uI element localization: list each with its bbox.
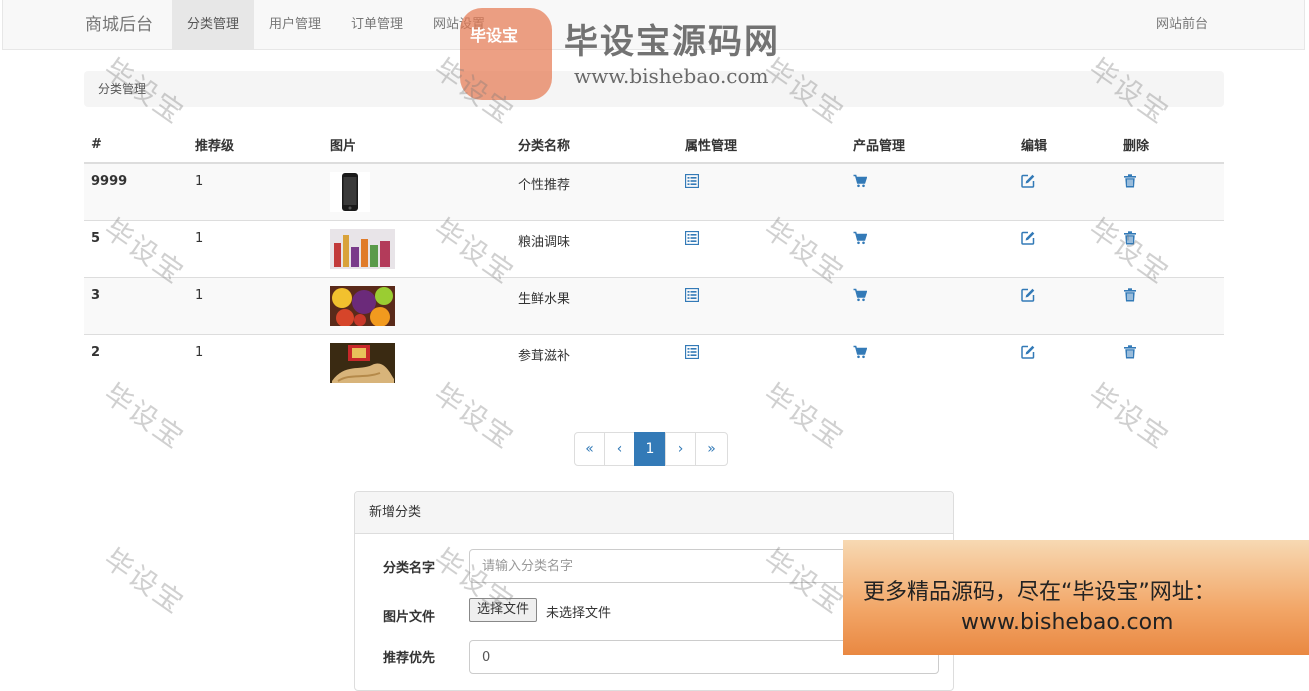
- table-header-row: # 推荐级 图片 分类名称 属性管理 产品管理 编辑 删除: [84, 126, 1224, 164]
- cell-products: [846, 333, 1014, 391]
- phone-image: [330, 172, 370, 212]
- nav-frontend-link[interactable]: 网站前台: [1156, 0, 1208, 50]
- cell-attributes: [678, 333, 846, 391]
- cell-image: [323, 162, 511, 220]
- col-image-header: 图片: [323, 126, 511, 164]
- cell-edit: [1014, 276, 1116, 334]
- recommend-level-label: 推荐优先: [383, 651, 436, 666]
- trash-icon[interactable]: [1123, 174, 1137, 188]
- table-row: 9999 1 个性推荐: [84, 162, 1224, 220]
- edit-icon[interactable]: [1021, 345, 1035, 359]
- cell-image: [323, 219, 511, 277]
- cart-icon[interactable]: [853, 288, 868, 302]
- cell-products: [846, 276, 1014, 334]
- file-status-text: 未选择文件: [546, 606, 612, 621]
- col-level-header: 推荐级: [188, 126, 323, 164]
- promo-text: 更多精品源码，尽在“毕设宝”网址：: [863, 580, 1216, 605]
- nav-item-users[interactable]: 用户管理: [254, 0, 336, 50]
- page-last-button[interactable]: »: [695, 432, 728, 466]
- cell-edit: [1014, 333, 1116, 391]
- page-prev-button[interactable]: ‹: [604, 432, 635, 466]
- cell-level: 1: [188, 276, 323, 334]
- table-row: 5 1 粮油调味: [84, 219, 1224, 277]
- cell-name: 参茸滋补: [511, 333, 678, 391]
- cart-icon[interactable]: [853, 231, 868, 245]
- list-icon[interactable]: [684, 287, 700, 302]
- cell-delete: [1116, 162, 1224, 220]
- edit-icon[interactable]: [1021, 174, 1035, 188]
- promo-url: www.bishebao.com: [961, 610, 1174, 635]
- cell-products: [846, 219, 1014, 277]
- watermark-text: 毕设宝: [97, 541, 191, 621]
- pagination: « ‹ 1 › »: [574, 432, 728, 466]
- edit-icon[interactable]: [1021, 231, 1035, 245]
- table-row: 2 1 参茸滋补: [84, 333, 1224, 391]
- trash-icon[interactable]: [1123, 344, 1137, 359]
- main-nav: 分类管理 用户管理 订单管理 网站设置: [172, 0, 500, 50]
- cell-image: [323, 276, 511, 334]
- cell-edit: [1014, 162, 1116, 220]
- page-first-button[interactable]: «: [574, 432, 605, 466]
- cell-edit: [1014, 219, 1116, 277]
- category-table: # 推荐级 图片 分类名称 属性管理 产品管理 编辑 删除 9999 1 个性推…: [84, 126, 1224, 391]
- nav-item-orders[interactable]: 订单管理: [336, 0, 418, 50]
- top-navbar: 商城后台 分类管理 用户管理 订单管理 网站设置 网站前台: [2, 0, 1305, 50]
- add-category-title: 新增分类: [355, 492, 953, 534]
- cell-id: 2: [84, 333, 188, 391]
- cell-level: 1: [188, 333, 323, 391]
- cell-level: 1: [188, 219, 323, 277]
- cell-attributes: [678, 162, 846, 220]
- trash-icon[interactable]: [1123, 230, 1137, 245]
- breadcrumb: 分类管理: [84, 71, 1224, 107]
- fruit-image: [330, 285, 395, 326]
- cell-delete: [1116, 333, 1224, 391]
- list-icon[interactable]: [684, 173, 700, 189]
- trash-icon[interactable]: [1123, 287, 1137, 302]
- cell-name: 个性推荐: [511, 162, 678, 220]
- col-edit-header: 编辑: [1014, 126, 1116, 164]
- condiments-image: [330, 228, 395, 269]
- cart-icon[interactable]: [853, 345, 868, 359]
- cell-id: 9999: [84, 162, 188, 220]
- cell-id: 3: [84, 276, 188, 334]
- list-icon[interactable]: [684, 344, 700, 359]
- col-products-header: 产品管理: [846, 126, 1014, 164]
- nav-item-categories[interactable]: 分类管理: [172, 0, 255, 50]
- list-icon[interactable]: [684, 230, 700, 245]
- choose-file-button[interactable]: 选择文件: [469, 598, 538, 622]
- page-next-button[interactable]: ›: [665, 432, 696, 466]
- edit-icon[interactable]: [1021, 288, 1035, 302]
- col-delete-header: 删除: [1116, 126, 1224, 164]
- cell-name: 生鲜水果: [511, 276, 678, 334]
- col-name-header: 分类名称: [511, 126, 678, 164]
- cell-id: 5: [84, 219, 188, 277]
- table-row: 3 1 生鲜水果: [84, 276, 1224, 334]
- cell-level: 1: [188, 162, 323, 220]
- col-attributes-header: 属性管理: [678, 126, 846, 164]
- category-name-label: 分类名字: [383, 561, 436, 576]
- cell-image: [323, 333, 511, 391]
- col-id-header: #: [84, 126, 188, 164]
- brand-title[interactable]: 商城后台: [85, 0, 153, 50]
- cell-products: [846, 162, 1014, 220]
- cell-name: 粮油调味: [511, 219, 678, 277]
- cell-delete: [1116, 219, 1224, 277]
- page-current-button[interactable]: 1: [634, 432, 666, 466]
- ginseng-image: [330, 342, 395, 383]
- nav-item-settings[interactable]: 网站设置: [418, 0, 500, 50]
- cart-icon[interactable]: [853, 174, 868, 188]
- image-file-label: 图片文件: [383, 610, 436, 625]
- promo-banner: 更多精品源码，尽在“毕设宝”网址： www.bishebao.com: [843, 540, 1309, 655]
- cell-attributes: [678, 219, 846, 277]
- cell-delete: [1116, 276, 1224, 334]
- cell-attributes: [678, 276, 846, 334]
